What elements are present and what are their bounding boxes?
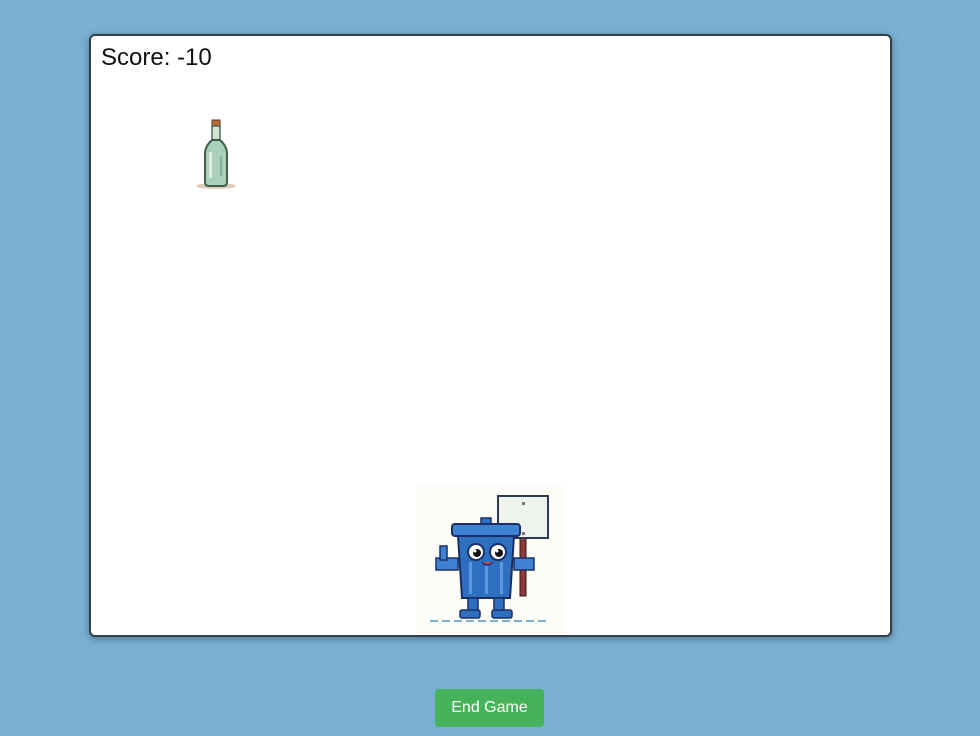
- glass-bottle-icon: [196, 119, 236, 189]
- game-canvas[interactable]: Score: -10: [89, 34, 892, 637]
- score-label: Score:: [101, 44, 171, 71]
- recycling-bin-mascot-icon[interactable]: [416, 486, 566, 633]
- score-display: Score: -10: [101, 44, 212, 72]
- score-value: -10: [177, 44, 212, 71]
- end-game-button[interactable]: End Game: [435, 689, 544, 727]
